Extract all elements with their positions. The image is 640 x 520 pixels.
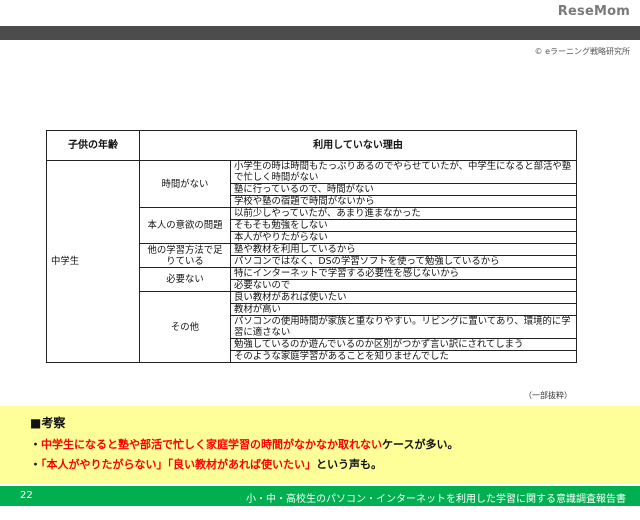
reason-cell: 塾や教材を利用しているから: [229, 243, 578, 256]
table-row: 中学生 時間がない 小学生の時は時間もたっぷりあるのでやらせていたが、中学生にな…: [46, 160, 578, 363]
reason-cell: パソコンではなく、DSの学習ソフトを使って勉強しているから: [229, 255, 578, 268]
highlight-quote-2: 「良い教材があれば使いたい」: [167, 458, 317, 471]
highlight-quote-1: 「本人がやりたがらない」: [41, 458, 168, 471]
category-cell: その他: [139, 291, 231, 363]
reason-cell: 学校や塾の宿題で時間がないから: [229, 195, 578, 208]
reason-cell: 必要ないので: [229, 279, 578, 292]
category-cell: 本人の意欲の問題: [139, 207, 231, 244]
resemom-logo: ReseMom: [557, 4, 630, 19]
header-reason: 利用していない理由: [138, 130, 578, 161]
category-cell: 時間がない: [139, 160, 231, 208]
reason-cell: 塾に行っているので、時間がない: [229, 183, 578, 196]
reason-cell: 特にインターネットで学習する必要性を感じないから: [229, 267, 578, 280]
header-age: 子供の年齢: [46, 130, 140, 161]
reason-cell: 本人がやりたがらない: [229, 231, 578, 244]
category-cell: 必要ない: [139, 267, 231, 292]
reason-cell: 勉強しているのか遊んでいるのか区別がつかず言い訳にされてしまう: [229, 338, 578, 351]
reason-cell: パソコンの使用時間が家族と重なりやすい。リビングに置いてあり、環境的に学習に適さ…: [229, 315, 578, 339]
report-title: 小・中・高校生のパソコン・インターネットを利用した学習に関する意識調査報告書: [246, 494, 626, 505]
consideration-line-2: ・「本人がやりたがらない」「良い教材があれば使いたい」という声も。: [30, 456, 382, 472]
header-bar: [0, 26, 640, 40]
consideration-panel: ■考察 ・中学生になると塾や部活で忙しく家庭学習の時間がなかなか取れないケースが…: [0, 406, 640, 484]
excerpt-note: （一部抜粋）: [524, 391, 572, 400]
consideration-title: ■考察: [30, 416, 66, 430]
category-cell: 他の学習方法で足りている: [139, 243, 231, 268]
line-text: という声も。: [316, 458, 382, 471]
bullet: ・: [30, 438, 41, 451]
table-header-row: 子供の年齢 利用していない理由: [46, 130, 578, 161]
reason-cell: 良い教材があれば使いたい: [229, 291, 578, 304]
reason-cell: 以前少しやっていたが、あまり進まなかった: [229, 207, 578, 220]
reason-cell: 小学生の時は時間もたっぷりあるのでやらせていたが、中学生になると部活や塾で忙しく…: [229, 160, 578, 184]
line-text: ケースが多い。: [382, 438, 459, 451]
consideration-line-1: ・中学生になると塾や部活で忙しく家庭学習の時間がなかなか取れないケースが多い。: [30, 436, 458, 452]
reasons-table: 子供の年齢 利用していない理由 中学生 時間がない 小学生の時は時間もたっぷりあ…: [46, 130, 578, 363]
reason-cell: 教材が高い: [229, 303, 578, 316]
reason-cell: そもそも勉強をしない: [229, 219, 578, 232]
age-cell: 中学生: [46, 160, 140, 363]
copyright-text: © eラーニング戦略研究所: [534, 47, 630, 56]
page-number: 22: [20, 490, 33, 501]
reason-cell: そのような家庭学習があることを知りませんでした: [229, 350, 578, 363]
bullet: ・: [30, 458, 41, 471]
slide: © eラーニング戦略研究所 子供の年齢 利用していない理由 中学生 時間がない …: [0, 40, 640, 520]
footer-bar: 22 小・中・高校生のパソコン・インターネットを利用した学習に関する意識調査報告…: [0, 486, 640, 506]
highlight-text: 中学生になると塾や部活で忙しく家庭学習の時間がなかなか取れない: [41, 438, 382, 451]
